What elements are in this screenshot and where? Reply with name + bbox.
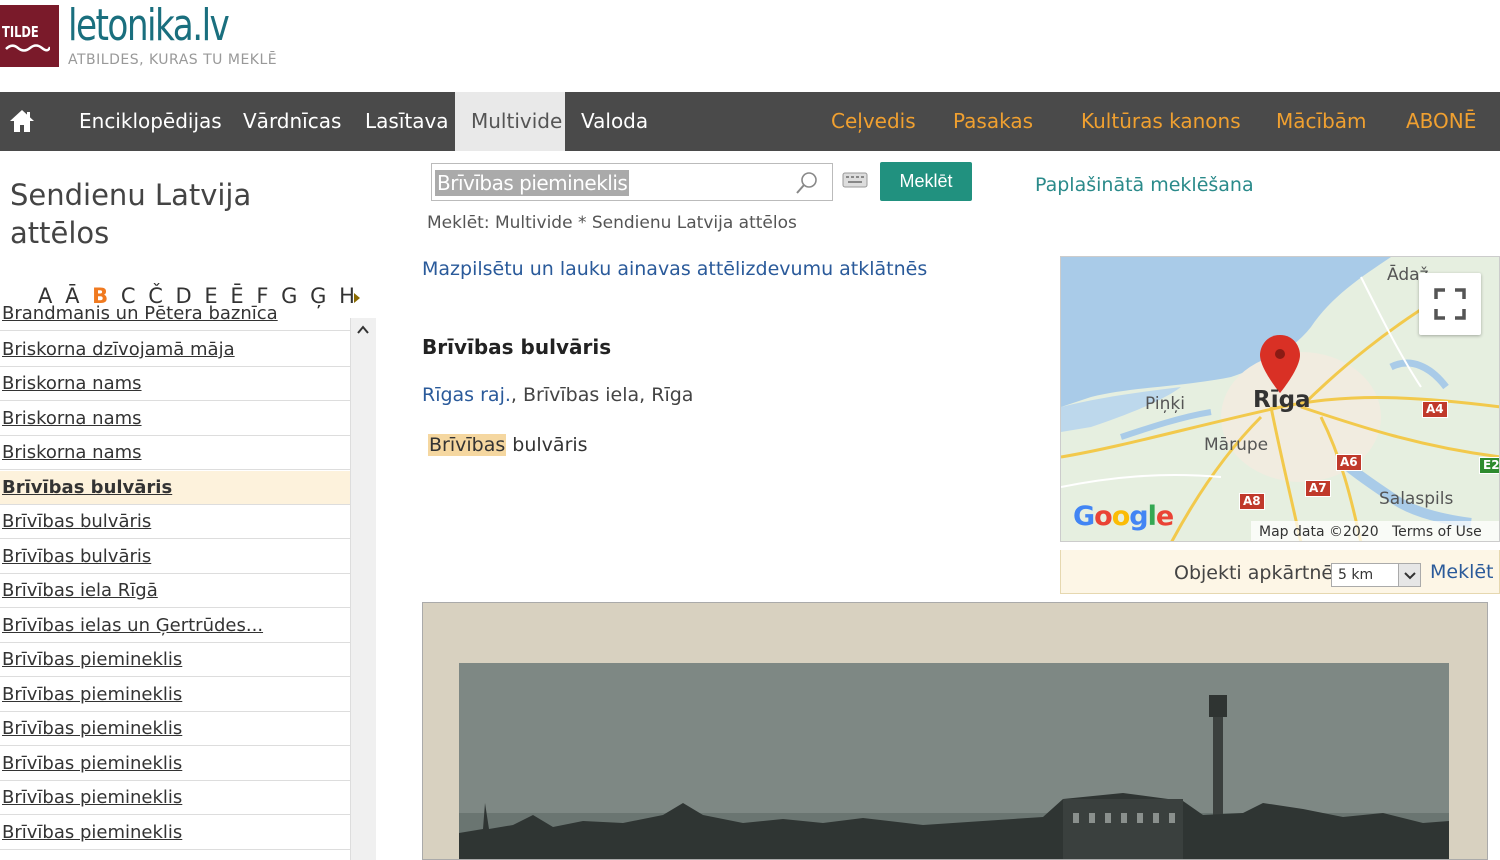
nav-reading-room[interactable]: Lasītava [365,92,449,151]
main-nav: Enciklopēdijas Vārdnīcas Lasītava Multiv… [0,92,1500,151]
list-item[interactable]: Brīvības piemineklis [0,712,350,746]
list-item[interactable]: Brīvības ielas un Ģertrūdes... [0,609,350,643]
item-location: Rīgas raj., Brīvības iela, Rīga [422,384,693,406]
location-rest: , Brīvības iela, Rīga [510,384,694,406]
list-item[interactable]: Brīvības bulvāris [0,505,350,539]
search-scope: Meklēt: Multivide * Sendienu Latvija att… [427,213,797,233]
location-map[interactable]: Ādaž Piņķi Rīga Mārupe Salaspils A4 A6 A… [1060,256,1500,542]
road-a7: A7 [1305,480,1331,497]
item-title: Brīvības bulvāris [422,335,612,359]
site-header: TILDE letonika.lv ATBILDES, KURAS TU MEK… [0,0,1500,92]
nav-guide[interactable]: Ceļvedis [831,92,916,151]
nav-multimedia[interactable]: Multivide [455,92,565,151]
advanced-search-link[interactable]: Paplašinātā meklēšana [1035,174,1254,196]
item-caption: Brīvības bulvāris [428,434,588,456]
caption-highlight: Brīvības [428,434,507,456]
map-label-marupe: Mārupe [1204,435,1269,455]
location-link[interactable]: Rīgas raj. [422,384,511,406]
list-item[interactable]: Briskorna dzīvojamā māja [0,333,350,367]
distance-value: 5 km [1338,567,1374,583]
exhibit-link[interactable]: Mazpilsētu un lauku ainavas attēlizdevum… [422,258,927,280]
nearby-search-button[interactable]: Meklēt [1430,561,1494,583]
logo-wave-icon [5,44,50,52]
distance-select[interactable]: 5 km [1331,563,1421,587]
map-fullscreen-button[interactable] [1419,273,1481,335]
list-item[interactable]: Brīvības piemineklis [0,781,350,815]
nav-encyclopedias[interactable]: Enciklopēdijas [79,92,222,151]
road-a4: A4 [1422,401,1448,418]
home-icon[interactable] [8,107,36,135]
scroll-up-icon[interactable] [357,324,369,336]
search-box[interactable]: Brīvības piemineklis [431,163,833,201]
list-item[interactable]: Briskorna nams [0,436,350,470]
tilde-logo[interactable]: TILDE [0,5,59,67]
item-list: Brandmanis un Pētera baznīca Briskorna d… [0,305,376,860]
nav-fairy-tales[interactable]: Pasakas [953,92,1033,151]
list-item[interactable]: Briskorna nams [0,367,350,401]
list-item[interactable]: Briskorna nams [0,402,350,436]
nav-learning[interactable]: Mācībām [1276,92,1367,151]
nav-subscribe[interactable]: ABONĒ [1406,92,1476,151]
nav-dictionaries[interactable]: Vārdnīcas [243,92,341,151]
nearby-label: Objekti apkārtnē [1174,562,1334,584]
alphabet-next-icon[interactable] [354,293,360,303]
list-item[interactable]: Brīvības piemineklis [0,678,350,712]
list-item[interactable]: Brīvības iela Rīgā [0,574,350,608]
chevron-down-icon[interactable] [1398,564,1420,586]
caption-rest: bulvāris [506,434,588,456]
map-data-text: Map data ©2020 [1259,524,1379,540]
nav-culture-canon[interactable]: Kultūras kanons [1081,92,1241,151]
postcard-photo[interactable] [422,602,1488,860]
logo-text: TILDE [2,23,39,41]
list-item[interactable]: Brīvības piemineklis [0,643,350,677]
google-logo[interactable]: Google [1073,501,1174,532]
map-attribution: Map data ©2020 Terms of Use [1251,521,1499,541]
fullscreen-icon [1434,288,1466,320]
map-label-riga: Rīga [1253,387,1311,413]
map-terms-link[interactable]: Terms of Use [1392,524,1482,540]
nav-language[interactable]: Valoda [581,92,648,151]
map-label-pinki: Piņķi [1145,394,1185,414]
map-label-salaspils: Salaspils [1379,489,1454,509]
road-a6: A6 [1336,454,1362,471]
road-a8: A8 [1239,493,1265,510]
postcard-image [423,603,1487,859]
section-title: Sendienu Latvija attēlos [10,178,252,250]
road-e2: E2 [1479,457,1499,474]
search-icon[interactable] [794,170,820,196]
search-input[interactable]: Brīvības piemineklis [435,170,630,196]
list-item[interactable]: Brandmanis un Pētera baznīca [0,305,350,331]
site-name[interactable]: letonika.lv [68,0,230,51]
list-item-current[interactable]: Brīvības bulvāris [0,471,350,505]
keyboard-icon[interactable] [842,170,868,190]
list-item[interactable]: Brīvības piemineklis [0,747,350,781]
list-scrollbar[interactable] [350,318,376,860]
list-item[interactable]: Brīvības piemineklis [0,816,350,850]
list-item[interactable]: Brīvības bulvāris [0,540,350,574]
nearby-bar: Objekti apkārtnē 5 km Meklēt [1060,550,1500,594]
search-button[interactable]: Meklēt [880,162,972,201]
site-tagline: ATBILDES, KURAS TU MEKLĒ [68,52,278,68]
